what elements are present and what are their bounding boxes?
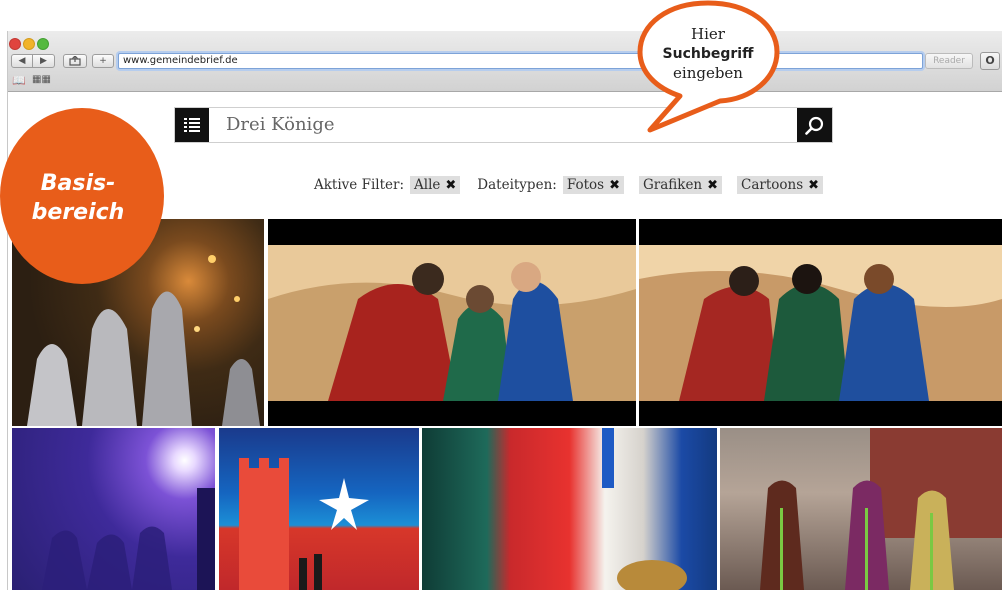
share-button[interactable] — [63, 54, 87, 68]
filter-chip-label: Alle — [414, 177, 441, 193]
filter-chip-alle[interactable]: Alle ✖ — [410, 176, 461, 194]
search-button[interactable] — [797, 108, 832, 142]
callout-line-3: eingeben — [673, 64, 743, 82]
callout-keyword: Suchbegriff — [662, 46, 754, 62]
forward-arrow-icon: ▶ — [40, 56, 47, 66]
active-filter-label: Aktive Filter: — [314, 177, 404, 193]
back-arrow-icon: ◀ — [18, 56, 26, 66]
address-bar[interactable]: www.gemeindebrief.de — [118, 53, 923, 69]
filter-bar: Aktive Filter: Alle ✖ Dateitypen: Fotos ✖ … — [314, 175, 838, 195]
thumbnail-kings-on-scooters[interactable] — [720, 428, 1002, 590]
remove-filter-icon[interactable]: ✖ — [808, 178, 819, 193]
minimize-window-button[interactable] — [23, 38, 35, 50]
maximize-window-button[interactable] — [37, 38, 49, 50]
filter-chip-fotos[interactable]: Fotos ✖ — [562, 176, 624, 194]
menu-button[interactable] — [175, 108, 209, 142]
forward-button[interactable]: ▶ — [33, 54, 55, 68]
sternsinger-costumes-image — [602, 428, 687, 590]
kings-walking-desert-image — [268, 245, 636, 401]
badge-line-2: bereich — [31, 200, 125, 225]
circle-icon: O — [985, 54, 995, 67]
callout-line-1: Hier — [691, 25, 725, 43]
magnifier-icon — [805, 116, 824, 135]
callout-text: Hier Suchbegriff eingeben — [648, 25, 768, 83]
thumbnail-three-kings-desert[interactable] — [268, 219, 636, 426]
kings-silhouette-image — [42, 488, 215, 590]
remove-filter-icon[interactable]: ✖ — [707, 178, 718, 193]
painted-castle-image — [239, 458, 369, 590]
filter-chip-label: Grafiken — [642, 177, 703, 193]
remove-filter-icon[interactable]: ✖ — [609, 178, 620, 193]
filetype-label: Dateitypen: — [477, 177, 557, 193]
back-button[interactable]: ◀ — [11, 54, 33, 68]
url-text: www.gemeindebrief.de — [123, 55, 238, 66]
thumbnail-three-kings-back[interactable] — [639, 219, 1002, 426]
filter-chip-cartoons[interactable]: Cartoons ✖ — [737, 176, 824, 194]
filter-chip-label: Cartoons — [741, 177, 804, 193]
callout-line-2: Suchbegriff — [648, 44, 768, 64]
thumbnail-painted-castle-graphic[interactable] — [219, 428, 419, 590]
filter-chip-grafiken[interactable]: Grafiken ✖ — [638, 176, 723, 194]
filter-chip-label: Fotos — [566, 177, 605, 193]
kings-scooters-image — [760, 428, 1002, 590]
thumbnail-kings-silhouette-graphic[interactable] — [12, 428, 215, 590]
browser-toolbar: ◀ ▶ + www.gemeindebrief.de Reader O 📖 ▦▦ — [8, 31, 1002, 92]
bookmarks-book-icon[interactable]: 📖 — [12, 74, 26, 87]
remove-filter-icon[interactable]: ✖ — [445, 178, 456, 193]
reader-button[interactable]: Reader — [925, 53, 973, 69]
close-window-button[interactable] — [9, 38, 21, 50]
add-bookmark-button[interactable]: + — [92, 54, 114, 68]
extension-button[interactable]: O — [980, 52, 1000, 70]
kings-from-behind-image — [639, 245, 1002, 401]
thumbnail-costumes-closeup[interactable] — [422, 428, 717, 590]
list-menu-icon — [184, 118, 200, 132]
plus-icon: + — [99, 56, 107, 66]
search-input[interactable]: Drei Könige — [226, 114, 335, 135]
top-sites-grid-icon[interactable]: ▦▦ — [32, 74, 51, 85]
basis-badge-text: Basis- bereich — [18, 169, 138, 227]
badge-line-1: Basis- — [40, 171, 116, 196]
share-icon — [69, 56, 81, 66]
